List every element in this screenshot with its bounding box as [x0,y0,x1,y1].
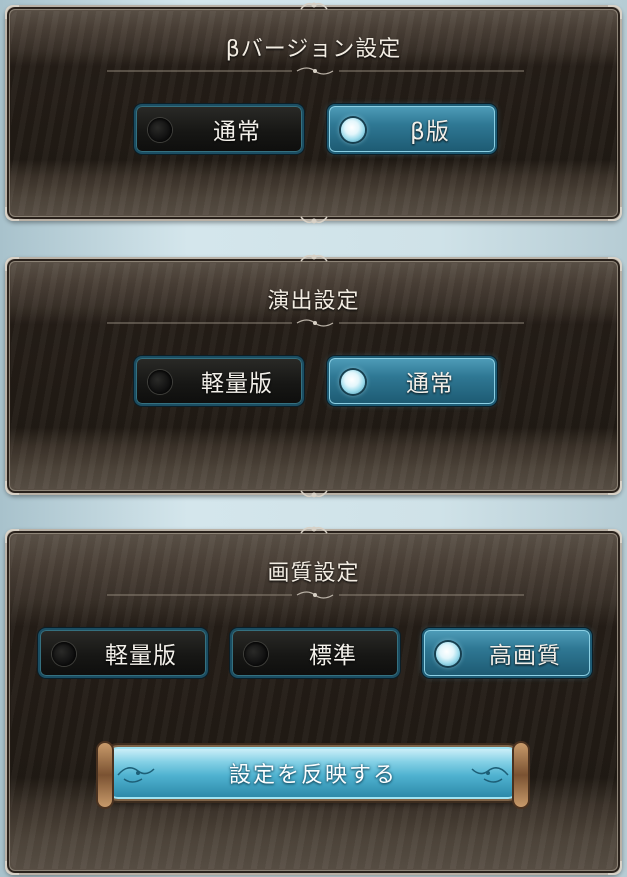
radio-unselected-icon [148,118,172,142]
frame-corner-ornament [608,481,622,495]
quality-option-high[interactable]: 高画質 [422,628,592,678]
frame-corner-ornament [5,207,19,221]
option-label: 軽量版 [105,643,177,669]
radio-selected-icon [341,370,365,394]
frame-corner-ornament [5,5,19,19]
radio-selected-icon [436,642,460,666]
beta-option-beta[interactable]: β版 [327,104,497,154]
beta-option-normal[interactable]: 通常 [134,104,304,154]
quality-panel: 画質設定 軽量版 標準 高画質 [5,526,622,875]
top-ornament-icon [299,2,328,10]
panel-title: βバージョン設定 [225,37,402,62]
option-label: 通常 [213,119,261,145]
option-label: 軽量版 [201,371,273,397]
effects-panel: 演出設定 軽量版 通常 [5,254,622,498]
option-label: 標準 [309,643,357,669]
frame-corner-ornament [608,257,622,271]
quality-option-standard[interactable]: 標準 [230,628,400,678]
effects-option-light[interactable]: 軽量版 [134,356,304,406]
radio-unselected-icon [148,370,172,394]
beta-version-panel: βバージョン設定 通常 β版 [5,2,622,224]
radio-unselected-icon [52,642,76,666]
radio-selected-icon [341,118,365,142]
top-ornament-icon [299,254,328,262]
panel-title: 画質設定 [267,561,360,586]
title-divider-icon [107,591,524,599]
radio-unselected-icon [244,642,268,666]
bottom-ornament-icon [299,216,328,224]
frame-corner-ornament [608,5,622,19]
apply-settings-button[interactable]: 設定を反映する [96,741,530,809]
frame-corner-ornament [608,207,622,221]
title-divider-icon [107,319,524,327]
frame-corner-ornament [5,481,19,495]
panel-title: 演出設定 [267,289,360,314]
option-label: 高画質 [489,643,561,669]
title-divider-icon [107,67,524,75]
bottom-ornament-icon [299,490,328,498]
apply-button-label: 設定を反映する [228,763,397,788]
effects-option-normal[interactable]: 通常 [327,356,497,406]
top-ornament-icon [299,526,328,534]
frame-corner-ornament [5,861,19,875]
frame-corner-ornament [5,529,19,543]
option-label: 通常 [406,371,454,397]
frame-corner-ornament [608,861,622,875]
option-label: β版 [410,119,450,145]
quality-option-light[interactable]: 軽量版 [38,628,208,678]
frame-corner-ornament [608,529,622,543]
frame-corner-ornament [5,257,19,271]
